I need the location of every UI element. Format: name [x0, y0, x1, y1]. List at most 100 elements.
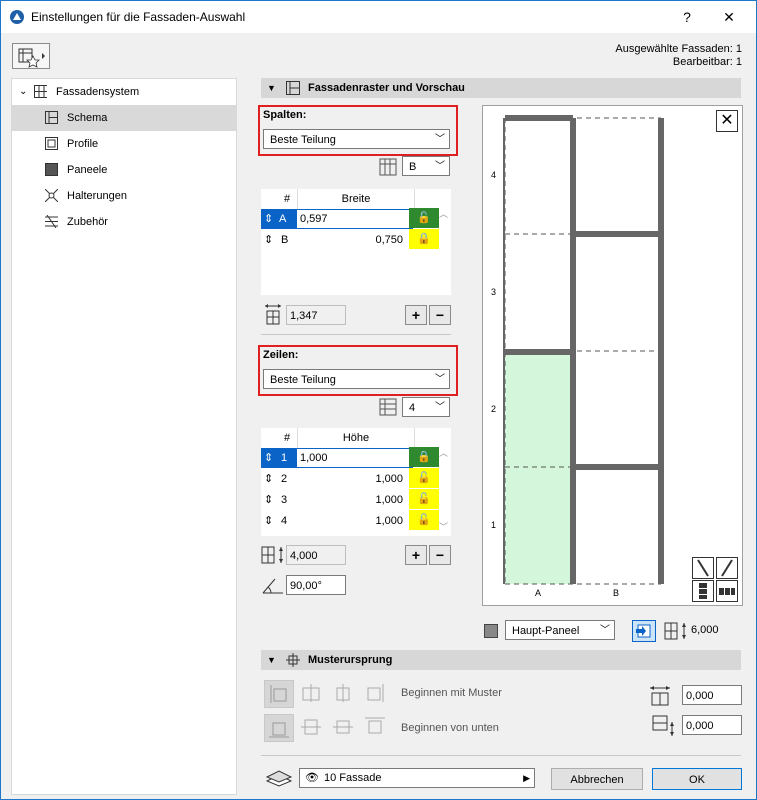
grid-section-header[interactable]: ▼ Fassadenraster und Vorschau: [261, 78, 741, 98]
lock-icon[interactable]: 🔒: [409, 229, 439, 249]
lock-open-icon[interactable]: 🔓: [409, 489, 439, 509]
close-button[interactable]: ✕: [711, 1, 747, 33]
align-middle-icon: [336, 684, 350, 702]
lock-open-icon[interactable]: 🔓: [409, 510, 439, 530]
sidebar-item-label: Zubehör: [67, 216, 108, 228]
facade-preview-canvas: [503, 115, 664, 585]
remove-column-button[interactable]: −: [429, 305, 451, 325]
col-header-width: Breite: [297, 189, 415, 209]
rows-mode-select[interactable]: Beste Teilung ﹀: [263, 369, 450, 389]
drag-handle-icon[interactable]: ⇕: [264, 448, 273, 468]
row-height-input-1[interactable]: 1,000: [296, 448, 413, 468]
sidebar-item-label: Schema: [67, 112, 108, 124]
sidebar-item-label: Halterungen: [67, 190, 127, 202]
column-width-input-a[interactable]: 0,597: [296, 209, 413, 229]
row-height-4[interactable]: 1,000: [297, 511, 403, 531]
drag-handle-icon[interactable]: ⇕: [264, 511, 273, 531]
accessory-icon: [45, 215, 58, 228]
sidebar-item-schema[interactable]: Schema: [12, 105, 236, 131]
align-vmiddle-icon: [333, 720, 353, 734]
row-count-select[interactable]: 4 ﹀: [402, 397, 450, 417]
table-row-id: 1: [281, 452, 288, 464]
pattern-start-top-button[interactable]: [361, 714, 389, 740]
diagonal-right-button[interactable]: [716, 557, 738, 579]
row-header-height: Höhe: [297, 428, 415, 448]
offset-y-input[interactable]: 0,000: [682, 715, 742, 735]
sidebar-item-zubehoer[interactable]: Zubehör: [12, 209, 236, 235]
lock-open-icon[interactable]: 🔓: [409, 468, 439, 488]
origin-icon: [286, 653, 300, 667]
offset-x-input[interactable]: 0,000: [682, 685, 742, 705]
editable-count: Bearbeitbar: 1: [672, 56, 742, 68]
row-count-value: 4: [409, 402, 416, 414]
pattern-start-vcenter-button[interactable]: [329, 714, 357, 740]
columns-table: # Breite ⇕ A 0,597 🔓 ⇕ B 0,750 🔒 ︿: [261, 189, 451, 295]
row-height-3[interactable]: 1,000: [297, 490, 403, 510]
column-pattern-select[interactable]: B ﹀: [402, 156, 450, 176]
pattern-start-bottom-button[interactable]: [264, 714, 294, 742]
panel-swatch-icon: [484, 624, 498, 638]
pattern-start-right-button[interactable]: [361, 680, 389, 706]
cancel-button[interactable]: Abbrechen: [551, 768, 643, 790]
sidebar-item-paneele[interactable]: Paneele: [12, 157, 236, 183]
panel-height-icon: [664, 622, 686, 640]
pattern-start-center-button[interactable]: [297, 680, 325, 706]
remove-row-button[interactable]: −: [429, 545, 451, 565]
add-row-button[interactable]: +: [405, 545, 427, 565]
sidebar-item-profile[interactable]: Profile: [12, 131, 236, 157]
col-label: A: [535, 588, 542, 598]
close-preview-button[interactable]: ✕: [716, 110, 738, 132]
scroll-up-icon[interactable]: ︿: [439, 446, 448, 459]
scroll-down-icon[interactable]: ﹀: [439, 520, 448, 533]
apply-panel-button[interactable]: [632, 620, 656, 642]
drag-handle-icon[interactable]: ⇕: [264, 230, 273, 250]
title-bar: Einstellungen für die Fassaden-Auswahl ?…: [1, 1, 756, 33]
grid-section-icon: [286, 81, 300, 95]
scroll-up-icon[interactable]: ︿: [439, 207, 448, 220]
total-width-field: 1,347: [286, 305, 346, 325]
drag-handle-icon[interactable]: ⇕: [264, 469, 273, 489]
layer-select[interactable]: 👁 10 Fassade ▶: [299, 768, 535, 788]
col-label: B: [613, 588, 620, 598]
pattern-section-header[interactable]: ▼ Musterursprung: [261, 650, 741, 670]
visibility-eye-icon[interactable]: 👁: [305, 769, 319, 787]
lock-open-icon[interactable]: 🔓: [409, 208, 439, 228]
lock-icon[interactable]: 🔒: [409, 447, 439, 467]
columns-mode-select[interactable]: Beste Teilung ﹀: [263, 129, 450, 149]
favorites-button[interactable]: [12, 43, 50, 69]
pattern-start-mid-button[interactable]: [329, 680, 357, 706]
sidebar-item-halterungen[interactable]: Halterungen: [12, 183, 236, 209]
sidebar-item-fassadensystem[interactable]: ⌄ Fassadensystem: [12, 79, 236, 105]
angle-input[interactable]: 90,00°: [286, 575, 346, 595]
help-button[interactable]: ?: [669, 1, 705, 33]
panel-type-select[interactable]: Haupt-Paneel ﹀: [505, 620, 615, 640]
horizontal-split-button[interactable]: [716, 580, 738, 602]
vertical-split-button[interactable]: [692, 580, 714, 602]
collapse-triangle-icon[interactable]: ▼: [267, 78, 276, 98]
row-height-2[interactable]: 1,000: [297, 469, 403, 489]
columns-mode-value: Beste Teilung: [270, 134, 336, 146]
chevron-down-icon[interactable]: ⌄: [19, 79, 27, 105]
chevron-right-icon: ▶: [523, 773, 530, 783]
chevron-down-icon: ﹀: [435, 374, 445, 385]
align-right-icon: [367, 684, 384, 702]
column-width-b[interactable]: 0,750: [297, 230, 403, 250]
collapse-triangle-icon[interactable]: ▼: [267, 650, 276, 670]
curtain-wall-icon: [34, 85, 47, 98]
grid-section-title: Fassadenraster und Vorschau: [308, 82, 465, 94]
drag-handle-icon[interactable]: ⇕: [264, 490, 273, 510]
pattern-start-left-button[interactable]: [264, 680, 294, 708]
add-column-button[interactable]: +: [405, 305, 427, 325]
divider: [261, 755, 741, 756]
table-row-id: A: [279, 213, 287, 225]
diagonal-icon: [697, 559, 709, 577]
ok-button[interactable]: OK: [652, 768, 742, 790]
pattern-start-vmid-button[interactable]: [297, 714, 325, 740]
row-label: 1: [491, 520, 497, 530]
diagonal-left-button[interactable]: [692, 557, 714, 579]
drag-handle-icon[interactable]: ⇕: [264, 209, 273, 229]
offset-x-icon: [650, 686, 670, 706]
align-bottom-icon: [269, 722, 289, 738]
divider: [261, 334, 451, 335]
table-row-id: 4: [281, 515, 288, 527]
